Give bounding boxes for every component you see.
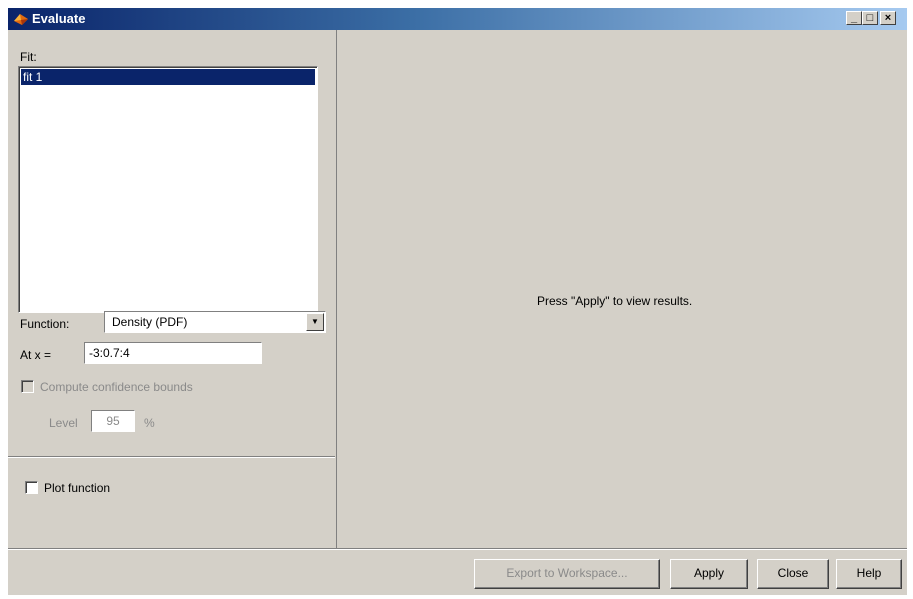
plot-function-checkbox[interactable] bbox=[25, 481, 38, 494]
window-title: Evaluate bbox=[32, 11, 86, 26]
atx-label: At x = bbox=[20, 348, 52, 362]
fit-listbox[interactable]: fit 1 bbox=[18, 66, 318, 313]
triangle-down-icon[interactable]: ▼ bbox=[306, 313, 324, 331]
footer-separator bbox=[8, 548, 907, 550]
fit-label: Fit: bbox=[20, 50, 37, 64]
level-unit: % bbox=[144, 416, 155, 430]
function-select-value: Density (PDF) bbox=[112, 315, 188, 329]
title-bar[interactable]: Evaluate _ □ × bbox=[8, 8, 907, 30]
minimize-button[interactable]: _ bbox=[846, 11, 862, 25]
level-label: Level bbox=[49, 416, 78, 430]
results-panel: Press "Apply" to view results. bbox=[336, 30, 907, 548]
export-to-workspace-button[interactable]: Export to Workspace... bbox=[474, 559, 660, 589]
close-button[interactable]: Close bbox=[757, 559, 829, 589]
apply-button[interactable]: Apply bbox=[670, 559, 748, 589]
confidence-bounds-label: Compute confidence bounds bbox=[40, 380, 193, 394]
level-input[interactable]: 95 bbox=[91, 410, 135, 432]
evaluate-window: Evaluate _ □ × Fit: fit 1 Function: Dens… bbox=[8, 8, 907, 595]
matlab-logo-icon bbox=[14, 14, 28, 25]
left-separator bbox=[8, 456, 335, 458]
function-select[interactable]: Density (PDF) ▼ bbox=[104, 311, 326, 333]
left-panel: Fit: fit 1 Function: Density (PDF) ▼ At … bbox=[8, 30, 335, 548]
confidence-bounds-checkbox[interactable] bbox=[21, 380, 34, 393]
close-window-button[interactable]: × bbox=[880, 11, 896, 25]
help-button[interactable]: Help bbox=[836, 559, 902, 589]
function-label: Function: bbox=[20, 317, 70, 331]
results-message: Press "Apply" to view results. bbox=[537, 294, 693, 308]
plot-function-label: Plot function bbox=[44, 481, 111, 495]
maximize-button[interactable]: □ bbox=[862, 11, 878, 25]
fit-list-item[interactable]: fit 1 bbox=[21, 69, 315, 85]
atx-input[interactable]: -3:0.7:4 bbox=[84, 342, 262, 364]
